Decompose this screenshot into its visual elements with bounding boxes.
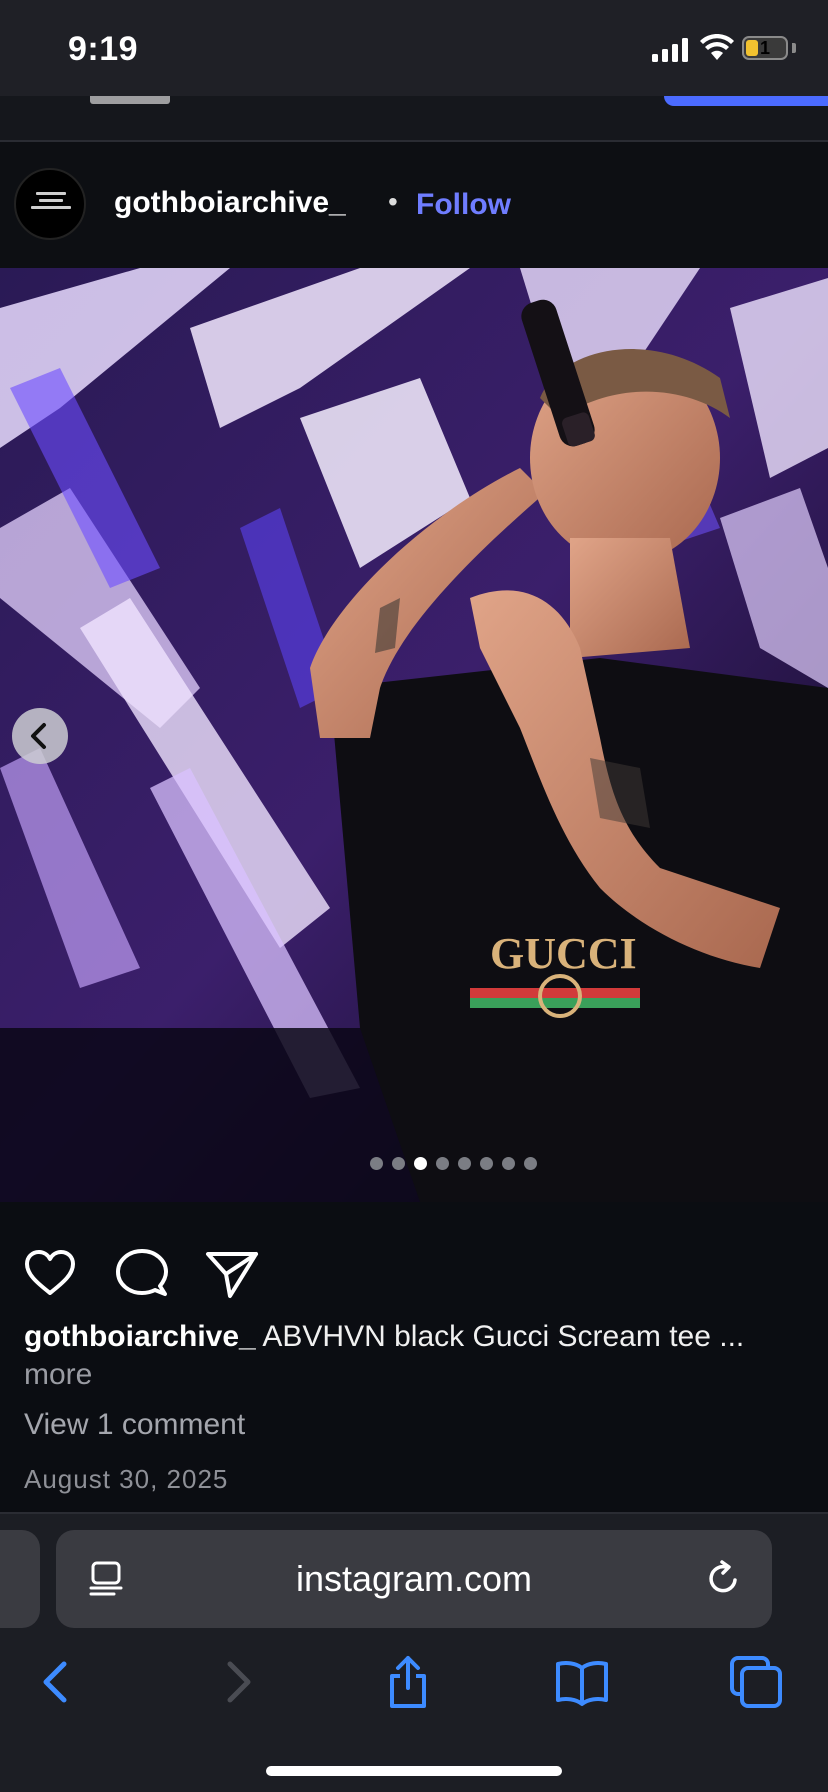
caption-more-link[interactable]: more xyxy=(24,1358,92,1392)
avatar-logo xyxy=(28,192,74,213)
status-time: 9:19 xyxy=(68,30,139,68)
carousel-previous-button[interactable] xyxy=(12,708,68,764)
carousel-dot xyxy=(458,1157,471,1170)
comment-icon[interactable] xyxy=(114,1246,170,1302)
view-comments-link[interactable]: View 1 comment xyxy=(24,1408,245,1442)
follow-button[interactable]: Follow xyxy=(416,188,511,222)
previous-post-fragment xyxy=(0,96,828,142)
carousel-dot xyxy=(502,1157,515,1170)
post-username[interactable]: gothboiarchive_ xyxy=(114,186,346,220)
battery-percent: 1 xyxy=(759,38,770,58)
carousel-dot xyxy=(524,1157,537,1170)
instagram-post-screen: 9:19 1 gothboiarchive_ • Follow GUCCI go… xyxy=(0,0,828,1792)
avatar[interactable] xyxy=(14,168,86,240)
carousel-indicator xyxy=(370,1157,537,1171)
tabs-icon[interactable] xyxy=(728,1654,784,1710)
shirt-print-text: GUCCI xyxy=(490,929,637,978)
home-indicator xyxy=(266,1766,562,1776)
cellular-signal-icon xyxy=(652,38,688,62)
post-caption: gothboiarchive_ ABVHVN black Gucci Screa… xyxy=(24,1316,814,1358)
bookmarks-icon[interactable] xyxy=(554,1654,610,1710)
battery-cap xyxy=(792,43,796,53)
carousel-dot xyxy=(436,1157,449,1170)
share-sheet-icon[interactable] xyxy=(380,1654,436,1710)
previous-button-fragment[interactable] xyxy=(664,96,828,106)
carousel-dot-active xyxy=(414,1157,427,1170)
share-icon[interactable] xyxy=(204,1246,260,1302)
status-bar: 9:19 1 xyxy=(0,0,828,96)
wifi-icon xyxy=(700,34,734,60)
carousel-dot xyxy=(392,1157,405,1170)
url-text: instagram.com xyxy=(295,1558,533,1599)
address-bar[interactable]: instagram.com xyxy=(56,1530,772,1628)
battery-icon: 1 xyxy=(742,36,788,60)
previous-tab-peek[interactable] xyxy=(0,1530,40,1628)
carousel-dot xyxy=(480,1157,493,1170)
carousel-dot xyxy=(370,1157,383,1170)
caption-text: ABVHVN black Gucci Scream tee ... xyxy=(262,1320,745,1353)
heart-icon[interactable] xyxy=(22,1246,78,1302)
back-icon[interactable] xyxy=(30,1654,86,1710)
previous-text-fragment xyxy=(90,96,170,104)
forward-icon[interactable] xyxy=(208,1654,264,1710)
concert-photo: GUCCI xyxy=(0,268,828,1202)
post-header: gothboiarchive_ • Follow xyxy=(0,142,828,268)
separator-dot: • xyxy=(388,186,398,217)
post-date: August 30, 2025 xyxy=(24,1464,229,1494)
reload-icon[interactable] xyxy=(704,1558,744,1598)
caption-username[interactable]: gothboiarchive_ xyxy=(24,1320,256,1353)
post-photo[interactable]: GUCCI xyxy=(0,268,828,1202)
